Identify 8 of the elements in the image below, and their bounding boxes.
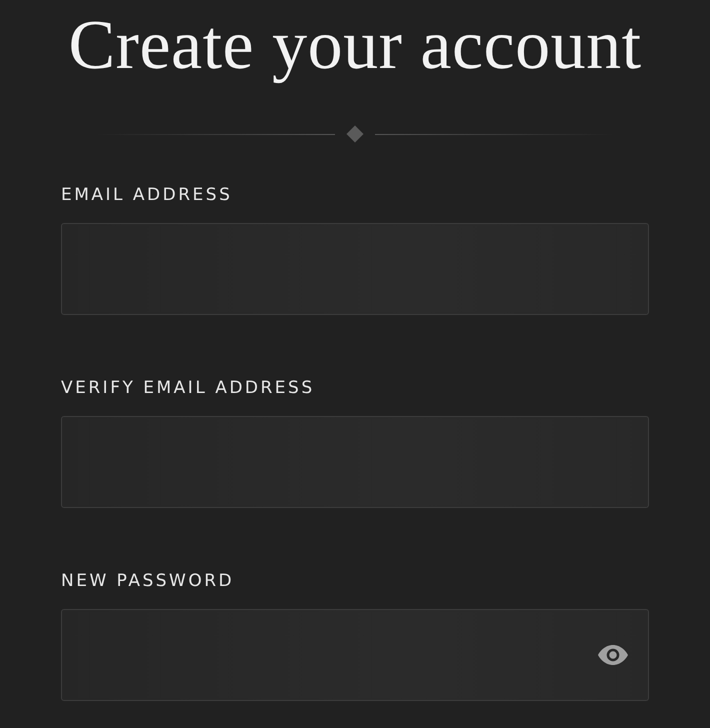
input-field[interactable] [61, 609, 649, 701]
field-label: VERIFY EMAIL ADDRESS [61, 377, 315, 399]
field-label: NEW PASSWORD [61, 570, 234, 592]
page-title: Create your account [67, 6, 643, 86]
eye-icon[interactable] [598, 645, 628, 665]
input-field[interactable] [61, 223, 649, 315]
input-field[interactable] [61, 416, 649, 508]
field-label: EMAIL ADDRESS [61, 184, 232, 206]
